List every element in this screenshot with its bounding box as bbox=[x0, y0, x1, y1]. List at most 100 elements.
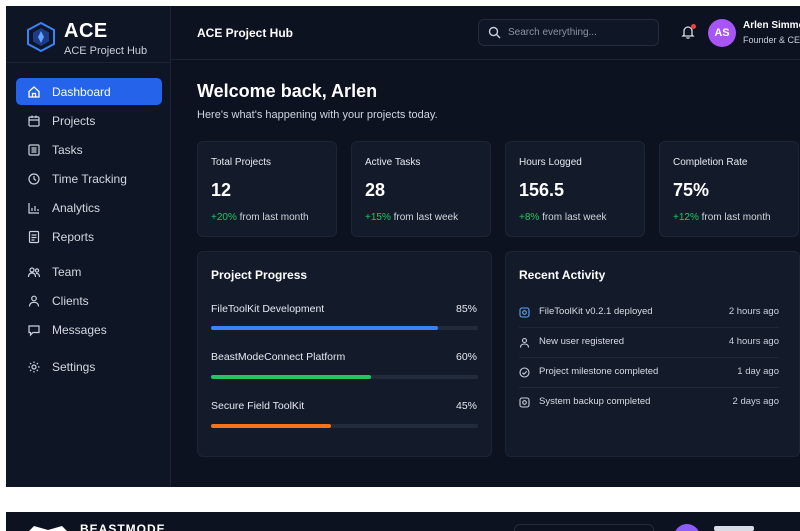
brand-name: ACE bbox=[64, 20, 108, 42]
sidebar-item-analytics[interactable]: Analytics bbox=[16, 194, 162, 221]
user-name[interactable]: Arlen Simmons bbox=[743, 20, 800, 31]
sidebar-item-label: Settings bbox=[52, 359, 96, 374]
check-circle-icon bbox=[519, 367, 530, 378]
activity-time: 4 hours ago bbox=[728, 336, 779, 347]
recent-activity-panel: Recent Activity FileToolKit v0.2.1 deplo… bbox=[505, 251, 800, 457]
stat-card-total-projects[interactable]: Total Projects 12 +20% from last month bbox=[197, 141, 337, 237]
project-percent: 85% bbox=[455, 303, 477, 315]
stat-value: 28 bbox=[365, 180, 386, 200]
sidebar-item-label: Projects bbox=[52, 113, 96, 128]
gear-icon bbox=[27, 360, 41, 374]
activity-text: New user registered bbox=[539, 336, 625, 347]
project-percent: 45% bbox=[455, 400, 477, 412]
stat-value: 156.5 bbox=[519, 180, 565, 200]
project-percent: 60% bbox=[455, 351, 477, 363]
stat-change-period: from last month bbox=[701, 212, 771, 223]
second-window-user-name bbox=[714, 526, 754, 531]
stat-card-active-tasks[interactable]: Active Tasks 28 +15% from last week bbox=[351, 141, 491, 237]
beastmode-logo-icon bbox=[29, 526, 67, 531]
project-name[interactable]: BeastModeConnect Platform bbox=[211, 351, 345, 363]
page-header-title: ACE Project Hub bbox=[197, 26, 294, 40]
deploy-icon bbox=[519, 307, 530, 318]
stat-change-period: from last week bbox=[542, 212, 607, 223]
activity-item[interactable]: New user registered 4 hours ago bbox=[519, 328, 779, 358]
logo-icon bbox=[27, 22, 55, 52]
sidebar-item-label: Analytics bbox=[52, 200, 101, 215]
sidebar-item-projects[interactable]: Projects bbox=[16, 107, 162, 134]
panel-title: Project Progress bbox=[211, 268, 308, 282]
stat-value: 12 bbox=[211, 180, 232, 200]
stat-change-value: +20% bbox=[211, 212, 237, 223]
sidebar-item-clients[interactable]: Clients bbox=[16, 287, 162, 314]
panel-title: Recent Activity bbox=[519, 268, 606, 282]
sidebar-divider bbox=[6, 62, 171, 63]
activity-text: Project milestone completed bbox=[539, 366, 659, 377]
team-icon bbox=[27, 265, 41, 279]
stat-label: Total Projects bbox=[211, 157, 272, 168]
activity-text: System backup completed bbox=[539, 396, 651, 407]
sidebar-item-label: Clients bbox=[52, 293, 89, 308]
bar-chart-icon bbox=[27, 201, 41, 215]
progress-bar-track bbox=[211, 326, 478, 330]
sidebar-item-label: Team bbox=[52, 264, 82, 279]
second-window: BEASTMODE bbox=[6, 512, 800, 531]
activity-item[interactable]: Project milestone completed 1 day ago bbox=[519, 358, 779, 388]
stat-change-value: +12% bbox=[673, 212, 699, 223]
project-progress-panel: Project Progress FileToolKit Development… bbox=[197, 251, 492, 457]
reports-icon bbox=[27, 230, 41, 244]
progress-bar-track bbox=[211, 375, 478, 379]
stat-change: +12% from last month bbox=[673, 212, 771, 223]
home-icon bbox=[27, 85, 41, 99]
stat-change: +15% from last week bbox=[365, 212, 458, 223]
stat-change-period: from last week bbox=[393, 212, 459, 223]
search-box[interactable] bbox=[478, 19, 659, 46]
page-subtitle: Here's what's happening with your projec… bbox=[197, 109, 438, 121]
second-window-search[interactable] bbox=[514, 524, 654, 531]
activity-time: 2 days ago bbox=[732, 396, 779, 407]
sidebar-item-time-tracking[interactable]: Time Tracking bbox=[16, 165, 162, 192]
sidebar-item-settings[interactable]: Settings bbox=[16, 353, 162, 380]
notifications-button[interactable] bbox=[680, 24, 696, 40]
sidebar-item-label: Time Tracking bbox=[52, 171, 127, 186]
progress-bar-fill bbox=[211, 375, 372, 379]
user-role: Founder & CEO bbox=[743, 35, 800, 45]
project-name[interactable]: FileToolKit Development bbox=[211, 303, 324, 315]
backup-icon bbox=[519, 397, 530, 408]
second-window-avatar[interactable] bbox=[674, 524, 700, 531]
page-title: Welcome back, Arlen bbox=[197, 81, 378, 101]
stat-change-value: +15% bbox=[365, 212, 391, 223]
list-icon bbox=[27, 143, 41, 157]
sidebar-item-dashboard[interactable]: Dashboard bbox=[16, 78, 162, 105]
sidebar-item-label: Dashboard bbox=[52, 84, 111, 99]
sidebar-item-label: Messages bbox=[52, 322, 107, 337]
search-input[interactable] bbox=[508, 27, 658, 38]
top-bar: ACE Project Hub AS Arlen Simmons Founder… bbox=[171, 6, 800, 60]
activity-item[interactable]: FileToolKit v0.2.1 deployed 2 hours ago bbox=[519, 298, 779, 328]
project-name[interactable]: Secure Field ToolKit bbox=[211, 400, 304, 412]
search-icon bbox=[488, 26, 501, 39]
calendar-icon bbox=[27, 114, 41, 128]
sidebar-item-team[interactable]: Team bbox=[16, 258, 162, 285]
stat-card-hours-logged[interactable]: Hours Logged 156.5 +8% from last week bbox=[505, 141, 645, 237]
sidebar-item-messages[interactable]: Messages bbox=[16, 316, 162, 343]
notification-dot bbox=[691, 24, 696, 29]
message-icon bbox=[27, 323, 41, 337]
activity-text: FileToolKit v0.2.1 deployed bbox=[539, 306, 653, 317]
activity-time: 2 hours ago bbox=[728, 306, 779, 317]
sidebar-item-reports[interactable]: Reports bbox=[16, 223, 162, 250]
stat-change-period: from last month bbox=[239, 212, 309, 223]
brand-subtitle: ACE Project Hub bbox=[64, 45, 148, 57]
progress-bar-fill bbox=[211, 326, 438, 330]
stat-card-completion-rate[interactable]: Completion Rate 75% +12% from last month bbox=[659, 141, 799, 237]
sidebar: ACE ACE Project Hub Dashboard Projects T… bbox=[6, 6, 171, 487]
sidebar-item-label: Tasks bbox=[52, 142, 83, 157]
progress-bar-track bbox=[211, 424, 478, 428]
avatar[interactable]: AS bbox=[708, 19, 736, 47]
user-icon bbox=[27, 294, 41, 308]
activity-item[interactable]: System backup completed 2 days ago bbox=[519, 388, 779, 418]
stat-value: 75% bbox=[673, 180, 710, 200]
activity-time: 1 day ago bbox=[737, 366, 779, 377]
stat-label: Hours Logged bbox=[519, 157, 582, 168]
stat-label: Active Tasks bbox=[365, 157, 421, 168]
sidebar-item-tasks[interactable]: Tasks bbox=[16, 136, 162, 163]
